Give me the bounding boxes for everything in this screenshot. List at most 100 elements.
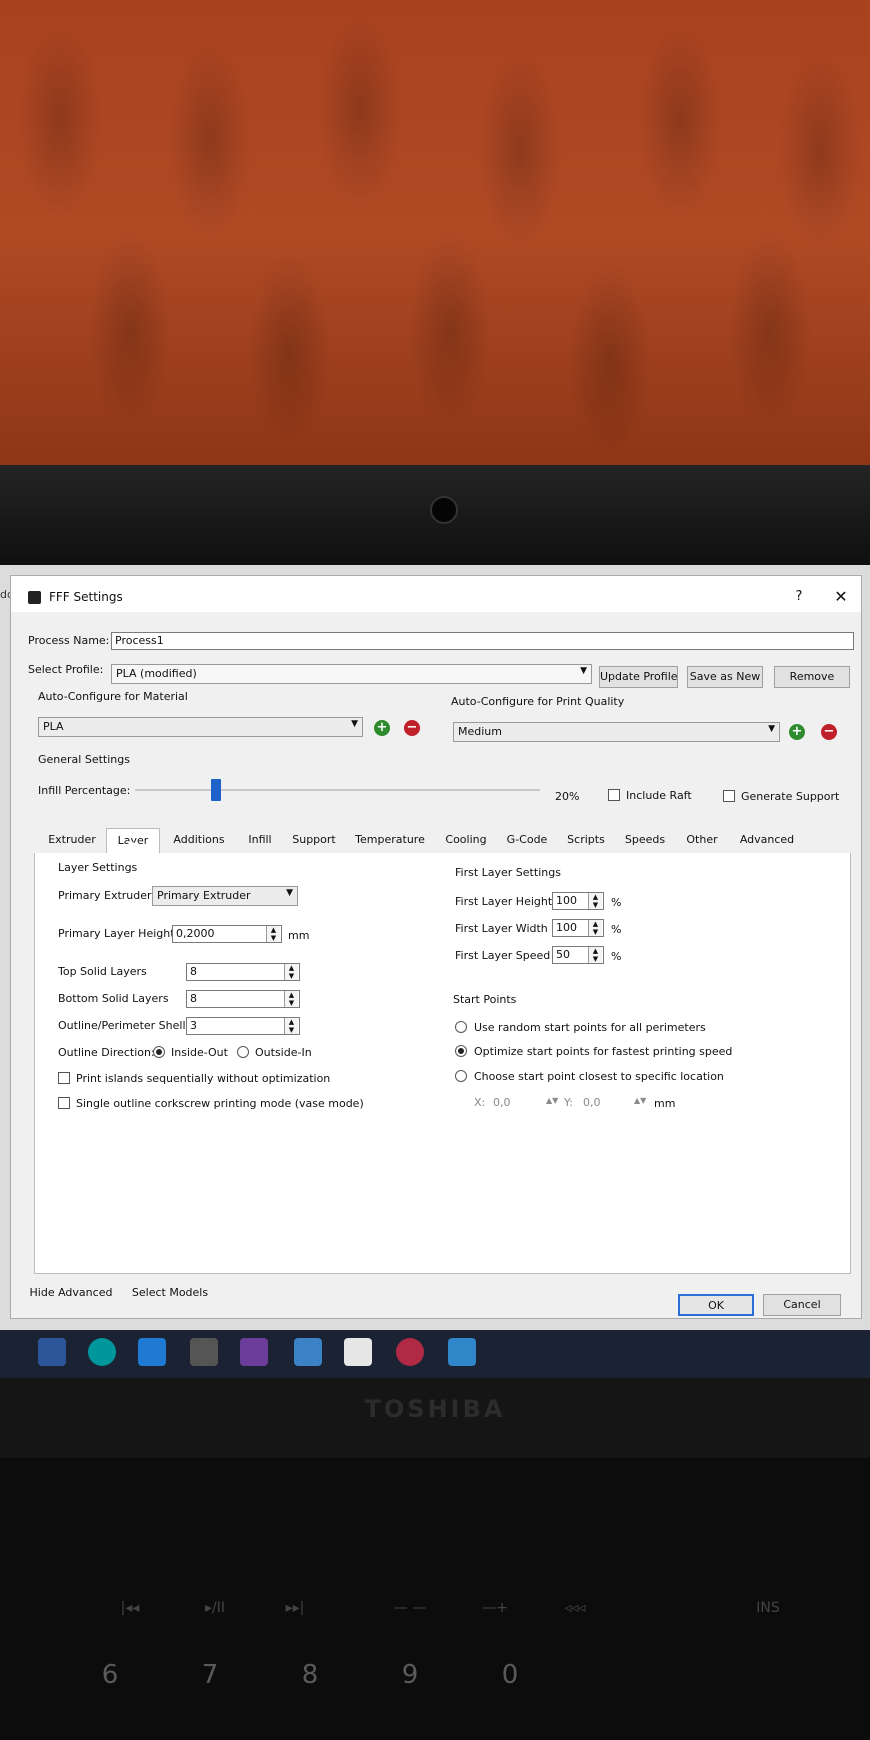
optimize-start-radio[interactable]: [455, 1045, 467, 1057]
window-title: FFF Settings: [49, 590, 123, 604]
tab-scripts[interactable]: Scripts: [560, 828, 612, 852]
chevron-down-icon: ▼: [286, 888, 293, 898]
start-y-label: Y:: [564, 1096, 573, 1109]
generate-support-checkbox[interactable]: [723, 790, 735, 802]
save-as-new-button[interactable]: Save as New: [687, 666, 763, 688]
layer-height-stepper[interactable]: ▲ ▼: [266, 926, 280, 942]
simplify3d-icon[interactable]: [396, 1338, 424, 1366]
tab-additions[interactable]: Additions: [164, 828, 234, 852]
print-islands-checkbox[interactable]: [58, 1072, 70, 1084]
keyboard-key: 0: [501, 1660, 519, 1690]
process-name-input[interactable]: Process1: [111, 632, 854, 650]
primary-extruder-value: Primary Extruder: [157, 889, 251, 902]
add-quality-icon[interactable]: +: [789, 724, 805, 740]
bottom-solid-layers-label: Bottom Solid Layers: [58, 992, 169, 1005]
tab-cooling[interactable]: Cooling: [438, 828, 494, 852]
primary-extruder-label: Primary Extruder: [58, 889, 152, 902]
tab-support[interactable]: Support: [286, 828, 342, 852]
keyboard-key: 7: [201, 1660, 219, 1690]
arduino-icon[interactable]: [88, 1338, 116, 1366]
start-y-input[interactable]: 0,0: [583, 1096, 601, 1109]
include-raft-label: Include Raft: [626, 789, 692, 802]
laptop-keyboard: [0, 1458, 870, 1740]
tab-infill[interactable]: Infill: [240, 828, 280, 852]
keyboard-key: 9: [401, 1660, 419, 1690]
general-settings-label: General Settings: [38, 753, 130, 766]
vscode-icon[interactable]: [138, 1338, 166, 1366]
bottom-solid-layers-input[interactable]: 8: [186, 990, 300, 1008]
hide-advanced-button[interactable]: Hide Advanced: [28, 1283, 114, 1305]
title-bar: FFF Settings ? ✕: [11, 576, 861, 612]
chevron-down-icon: ▼: [768, 724, 775, 734]
closest-start-radio[interactable]: [455, 1070, 467, 1082]
keyboard-key: |◂◂: [120, 1600, 140, 1616]
start-points-label: Start Points: [453, 993, 517, 1006]
material-select[interactable]: PLA ▼: [38, 717, 363, 737]
inside-out-label: Inside-Out: [171, 1046, 228, 1059]
profile-select[interactable]: PLA (modified) ▼: [111, 664, 592, 684]
tools-icon[interactable]: [190, 1338, 218, 1366]
word-icon[interactable]: [38, 1338, 66, 1366]
audio-app-icon[interactable]: [240, 1338, 268, 1366]
laptop-brand-logo: TOSHIBA: [364, 1395, 506, 1423]
random-start-radio[interactable]: [455, 1021, 467, 1033]
closest-start-label: Choose start point closest to specific l…: [474, 1070, 724, 1083]
tab-other[interactable]: Other: [678, 828, 726, 852]
top-solid-layers-label: Top Solid Layers: [58, 965, 147, 978]
windows-taskbar: [0, 1330, 870, 1378]
keyboard-key: 8: [301, 1660, 319, 1690]
outside-in-label: Outside-In: [255, 1046, 312, 1059]
infill-slider-handle[interactable]: [211, 779, 221, 801]
print-quality-select[interactable]: Medium ▼: [453, 722, 780, 742]
start-x-stepper[interactable]: ▲▼: [546, 1096, 558, 1105]
outside-in-radio[interactable]: [237, 1046, 249, 1058]
start-point-unit: mm: [654, 1097, 676, 1110]
include-raft-checkbox[interactable]: [608, 789, 620, 801]
close-button[interactable]: ✕: [829, 586, 853, 608]
select-models-button[interactable]: Select Models: [126, 1283, 214, 1305]
layer-tab-panel: [34, 853, 851, 1274]
background-wall: [0, 0, 870, 465]
tab-advanced[interactable]: Advanced: [732, 828, 802, 852]
settings-tab-bar: Extruder Layer Additions Infill Support …: [34, 828, 849, 854]
photos-icon[interactable]: [448, 1338, 476, 1366]
generate-support-label: Generate Support: [741, 790, 840, 803]
bottom-solid-stepper[interactable]: ▲ ▼: [284, 991, 298, 1007]
vase-mode-checkbox[interactable]: [58, 1097, 70, 1109]
outline-direction-label: Outline Direction:: [58, 1046, 155, 1059]
first-layer-speed-unit: %: [611, 950, 622, 963]
remove-profile-button[interactable]: Remove: [774, 666, 850, 688]
tab-speeds[interactable]: Speeds: [618, 828, 672, 852]
first-layer-height-unit: %: [611, 896, 622, 909]
primary-extruder-select[interactable]: Primary Extruder ▼: [152, 886, 298, 906]
top-solid-stepper[interactable]: ▲ ▼: [284, 964, 298, 980]
help-button[interactable]: ?: [787, 586, 811, 608]
top-solid-layers-input[interactable]: 8: [186, 963, 300, 981]
ok-button[interactable]: OK: [678, 1294, 754, 1316]
perimeter-shells-stepper[interactable]: ▲ ▼: [284, 1018, 298, 1034]
remove-material-icon[interactable]: −: [404, 720, 420, 736]
remove-quality-icon[interactable]: −: [821, 724, 837, 740]
start-x-input[interactable]: 0,0: [493, 1096, 511, 1109]
first-layer-height-stepper[interactable]: ▲ ▼: [588, 893, 602, 909]
infill-slider-track[interactable]: [135, 789, 540, 791]
inside-out-radio[interactable]: [153, 1046, 165, 1058]
profile-select-value: PLA (modified): [116, 667, 197, 680]
update-profile-button[interactable]: Update Profile: [599, 666, 678, 688]
tab-gcode[interactable]: G-Code: [500, 828, 554, 852]
layer-settings-label: Layer Settings: [58, 861, 138, 874]
primary-layer-height-label: Primary Layer Height: [58, 927, 175, 940]
window-app-icon[interactable]: [344, 1338, 372, 1366]
material-label: Auto-Configure for Material: [38, 690, 188, 703]
keyboard-key: —+: [482, 1600, 508, 1616]
cancel-button[interactable]: Cancel: [763, 1294, 841, 1316]
first-layer-speed-stepper[interactable]: ▲ ▼: [588, 947, 602, 963]
first-layer-height-label: First Layer Height: [455, 895, 553, 908]
calculator-icon[interactable]: [294, 1338, 322, 1366]
start-y-stepper[interactable]: ▲▼: [634, 1096, 646, 1105]
tab-temperature[interactable]: Temperature: [348, 828, 432, 852]
perimeter-shells-input[interactable]: 3: [186, 1017, 300, 1035]
add-material-icon[interactable]: +: [374, 720, 390, 736]
tab-extruder[interactable]: Extruder: [42, 828, 102, 852]
first-layer-width-stepper[interactable]: ▲ ▼: [588, 920, 602, 936]
